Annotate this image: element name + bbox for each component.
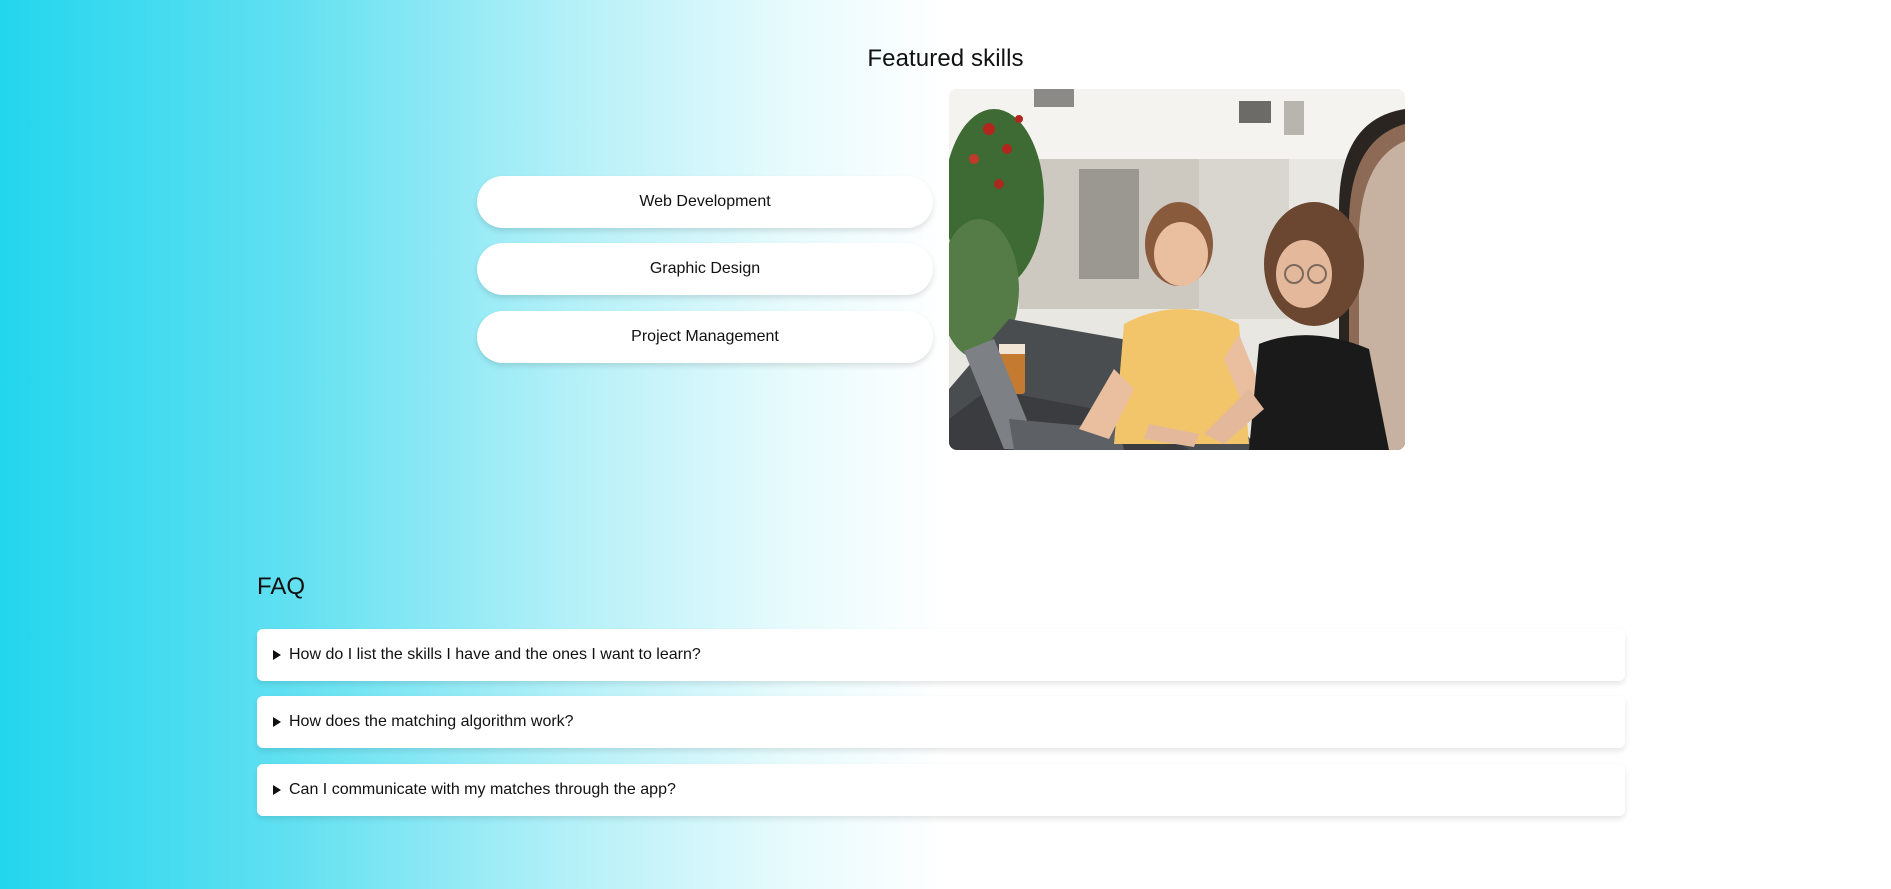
skill-project-management-button[interactable]: Project Management: [477, 311, 933, 363]
faq-title: FAQ: [257, 573, 306, 600]
disclosure-triangle-icon: [273, 785, 281, 795]
two-people-at-laptop-photo: [949, 89, 1405, 450]
faq-item-list-skills[interactable]: How do I list the skills I have and the …: [257, 629, 1625, 681]
faq-question: Can I communicate with my matches throug…: [289, 781, 676, 798]
featured-photo: [949, 89, 1405, 450]
disclosure-triangle-icon: [273, 650, 281, 660]
disclosure-triangle-icon: [273, 717, 281, 727]
faq-item-matching-algorithm[interactable]: How does the matching algorithm work?: [257, 696, 1625, 748]
featured-skills-title: Featured skills: [867, 45, 1024, 72]
skill-web-development-button[interactable]: Web Development: [477, 176, 933, 228]
skill-graphic-design-button[interactable]: Graphic Design: [477, 243, 933, 295]
faq-question: How does the matching algorithm work?: [289, 713, 574, 730]
faq-item-communicate-matches[interactable]: Can I communicate with my matches throug…: [257, 764, 1625, 816]
faq-question: How do I list the skills I have and the …: [289, 646, 701, 663]
